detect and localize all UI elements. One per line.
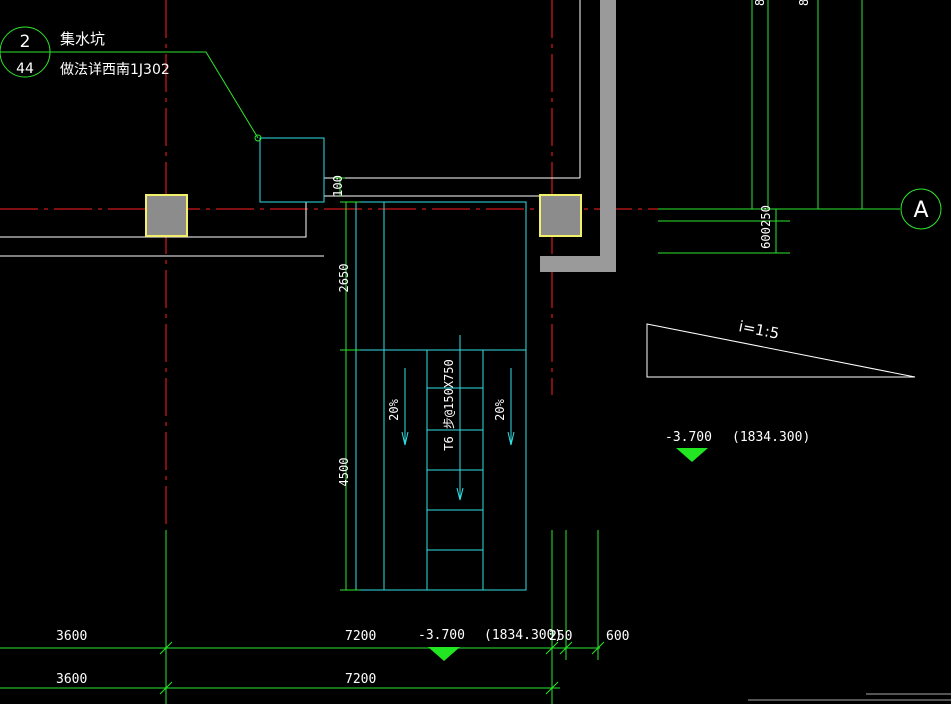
dim-bottom-7200: 7200 xyxy=(345,629,376,644)
cropped-text-2: 8 xyxy=(797,0,811,6)
dim-bottom2-7200: 7200 xyxy=(345,672,376,687)
cropped-text-1: 8 xyxy=(753,0,767,6)
ramp-right-slope: 20% xyxy=(493,398,507,420)
column-left[interactable] xyxy=(145,194,188,237)
level-absolute: (1834.300) xyxy=(732,430,810,445)
callout-note: 做法详西南1J302 xyxy=(60,62,170,78)
ramp-left-slope: 20% xyxy=(387,398,401,420)
dim-pit-gap: 100 xyxy=(331,175,345,197)
level-value: -3.700 xyxy=(418,628,465,643)
canvas-background xyxy=(0,0,951,704)
dim-ramp-2650: 2650 xyxy=(337,264,351,293)
dim-right-250: 250 xyxy=(759,205,773,227)
column-right[interactable] xyxy=(539,194,582,237)
callout-title: 集水坑 xyxy=(60,30,105,48)
level-value: -3.700 xyxy=(665,430,712,445)
dim-bottom2-3600: 3600 xyxy=(56,672,87,687)
cad-drawing-canvas[interactable]: 2 44 集水坑 做法详西南1J302 A i=1:5 -3.700 (1834… xyxy=(0,0,951,704)
dim-bottom-3600: 3600 xyxy=(56,629,87,644)
callout-ref-number: 2 xyxy=(20,32,31,52)
dim-bottom-250: 250 xyxy=(549,629,572,644)
ramp-steps-note: Τ6 步@150X750 xyxy=(442,359,456,450)
dim-right-600: 600 xyxy=(759,227,773,249)
axis-bubble-label: A xyxy=(913,198,928,223)
callout-sheet-number: 44 xyxy=(16,61,34,77)
dim-ramp-4500: 4500 xyxy=(337,458,351,487)
dim-bottom-600: 600 xyxy=(606,629,629,644)
detail-callout[interactable]: 2 44 xyxy=(0,26,51,78)
